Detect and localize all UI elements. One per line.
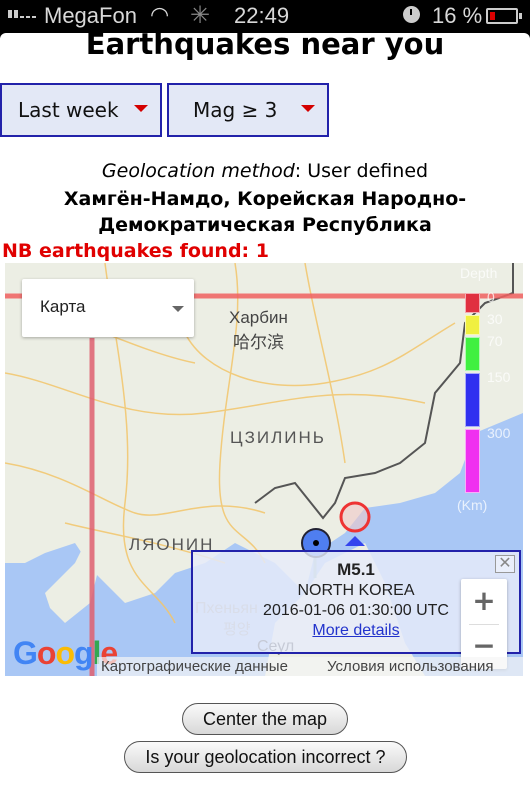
map-type-select[interactable]: Карта <box>22 279 194 337</box>
earthquake-count: NB earthquakes found: 1 <box>2 240 269 262</box>
battery-icon <box>486 8 522 24</box>
depth-tick: 30 <box>487 311 503 327</box>
battery-percentage: 16 % <box>432 3 483 28</box>
map-type-value: Карта <box>40 297 86 316</box>
magnitude-select-value: Mag ≥ 3 <box>193 98 278 122</box>
depth-band-4 <box>465 429 480 493</box>
geolocation-method-label: Geolocation method <box>101 160 295 182</box>
depth-band-3 <box>465 373 480 427</box>
more-details-link[interactable]: More details <box>312 622 399 640</box>
period-select[interactable]: Last week <box>0 83 162 137</box>
depth-tick: 0 <box>487 289 495 305</box>
page: Earthquakes near you Last week Mag ≥ 3 G… <box>0 27 530 795</box>
map-label-harbin: Харбин <box>229 308 288 327</box>
place-line-1: Хамгён-Намдо, Корейская Народно- <box>63 188 467 210</box>
depth-legend-title: Depth <box>460 265 498 281</box>
alarm-clock-icon <box>403 6 420 23</box>
zoom-control: + − <box>461 579 507 669</box>
activity-spinner-icon: ✳ <box>190 2 211 29</box>
map-data-link[interactable]: Картографические данные <box>101 658 288 675</box>
logo-letter: o <box>55 635 75 671</box>
geolocation-place: Хамгён-Намдо, Корейская Народно- Демокра… <box>0 186 530 238</box>
popup-magnitude: M5.1 <box>337 560 375 579</box>
close-icon[interactable]: ✕ <box>495 555 515 573</box>
dropdown-arrow-icon <box>172 306 184 312</box>
center-map-button[interactable]: Center the map <box>182 703 348 735</box>
logo-letter: o <box>36 635 57 671</box>
terms-of-use-link[interactable]: Условия использования <box>327 658 494 675</box>
depth-tick: 70 <box>487 333 503 349</box>
period-select-value: Last week <box>18 98 119 122</box>
depth-band-0 <box>465 293 480 313</box>
earthquake-marker[interactable] <box>339 501 371 533</box>
map[interactable]: Харбин 哈尔滨 ЦЗИЛИНЬ ЛЯОНИН Пхеньян 평양 Сеу… <box>5 263 523 676</box>
depth-band-2 <box>465 337 480 371</box>
geolocation-method: Geolocation method: User defined <box>0 160 530 182</box>
carrier-name: MegaFon <box>44 3 137 28</box>
depth-tick: 150 <box>487 369 511 385</box>
signal-icon <box>8 10 36 18</box>
map-label-harbin-zh: 哈尔滨 <box>233 333 284 352</box>
wifi-icon: ◠ <box>150 2 170 27</box>
logo-letter: g <box>73 635 94 671</box>
dropdown-arrow-icon <box>134 105 148 112</box>
depth-tick: 300 <box>487 425 511 441</box>
clock-time: 22:49 <box>234 3 290 28</box>
zoom-in-button[interactable]: + <box>461 579 507 624</box>
geolocation-method-value: : User defined <box>294 160 429 182</box>
place-line-2: Демократическая Республика <box>98 214 432 236</box>
map-label-jilin: ЦЗИЛИНЬ <box>230 428 326 447</box>
magnitude-select[interactable]: Mag ≥ 3 <box>167 83 329 137</box>
geolocation-incorrect-button[interactable]: Is your geolocation incorrect ? <box>124 741 407 773</box>
dropdown-arrow-icon <box>301 105 315 112</box>
map-attribution: Картографические данные Условия использо… <box>97 657 523 676</box>
depth-legend-unit: (Km) <box>457 497 488 513</box>
depth-band-1 <box>465 315 480 335</box>
page-title: Earthquakes near you <box>85 27 445 61</box>
logo-letter: G <box>13 635 38 671</box>
